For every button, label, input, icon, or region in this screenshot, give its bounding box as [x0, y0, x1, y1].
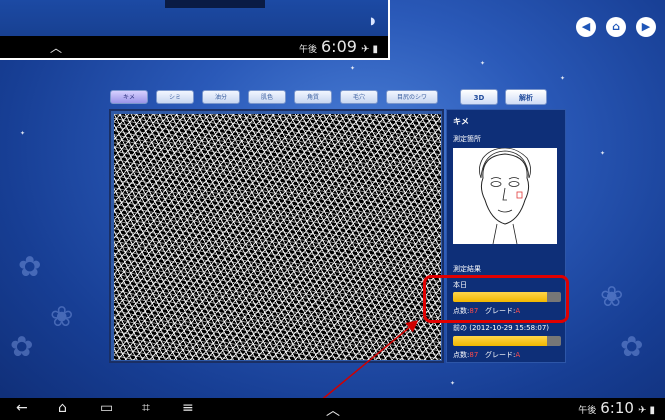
sparkle-decoration: ✦	[20, 130, 26, 137]
inset-clock: 午後 6:09 ✈ ▮	[299, 37, 378, 56]
skin-texture-image	[114, 114, 441, 360]
floral-decoration: ❀	[600, 280, 624, 313]
recent-apps-icon[interactable]: ▭	[100, 400, 113, 416]
chevron-up-icon[interactable]: ︿	[50, 39, 62, 56]
status-icons: ✈ ▮	[360, 44, 378, 55]
skin-image-frame	[109, 109, 444, 363]
tab-yubun[interactable]: 油分	[202, 90, 240, 104]
previous-score-line: 点数:87 グレード:A	[453, 350, 520, 360]
analyze-button[interactable]: 解析	[505, 89, 547, 105]
tab-keana[interactable]: 毛穴	[340, 90, 378, 104]
ampm: 午後	[578, 406, 597, 416]
score-label: 点数:	[453, 351, 470, 359]
inset-ampm: 午後	[298, 45, 317, 55]
home-circle-icon[interactable]: ⌂	[606, 17, 626, 37]
grade-label: グレード:	[484, 351, 516, 359]
tab-hadairo[interactable]: 肌色	[248, 90, 286, 104]
system-navigation-bar: ← ⌂ ▭ ⌗ ≡ ︿ 午後 6:10 ✈ ▮	[0, 398, 665, 420]
previous-label: 前の (2012-10-29 15:58:07)	[453, 324, 550, 332]
floral-decoration: ❀	[50, 300, 74, 333]
status-icons: ✈ ▮	[637, 405, 655, 416]
floral-decoration: ✿	[620, 330, 644, 363]
previous-score-fill	[453, 336, 547, 346]
tab-shimi[interactable]: シミ	[156, 90, 194, 104]
menu-icon[interactable]: ≡	[182, 400, 194, 416]
measure-site-label: 測定箇所	[453, 135, 481, 143]
face-diagram	[453, 147, 557, 245]
grade-value: A	[515, 351, 521, 359]
sparkle-decoration: ✦	[480, 60, 486, 67]
home-icon[interactable]: ⌂	[58, 400, 67, 416]
sparkle-decoration: ✦	[350, 65, 356, 72]
sparkle-decoration: ✦	[450, 380, 456, 387]
view-3d-button[interactable]: 3D	[460, 89, 498, 105]
tab-mejiri-wrinkle[interactable]: 目尻のシワ	[386, 90, 438, 104]
previous-screen-inset: ◗ ︿ 午後 6:09 ✈ ▮	[0, 0, 390, 60]
floral-decoration: ✿	[10, 330, 34, 363]
result-panel: キメ 測定箇所 測定結果 本日 点数:87 グレード:A 前の (2012-10…	[446, 109, 566, 363]
screenshot-icon[interactable]: ⌗	[142, 400, 150, 416]
inset-system-bar: ︿ 午後 6:09 ✈ ▮	[0, 36, 388, 58]
floral-decoration: ✿	[18, 250, 42, 283]
inset-time: 6:09	[321, 37, 357, 56]
forward-circle-icon[interactable]: ▶	[636, 17, 656, 37]
face-outline-icon	[479, 147, 531, 245]
sparkle-decoration: ✦	[600, 150, 606, 157]
score-value: 87	[469, 351, 479, 359]
results-label: 測定結果	[453, 265, 481, 273]
chevron-up-icon[interactable]: ︿	[326, 400, 340, 420]
wifi-icon: ◗	[370, 16, 376, 27]
highlight-box	[423, 275, 569, 323]
system-clock: 午後 6:10 ✈ ▮	[578, 399, 655, 417]
inset-dark-strip	[165, 0, 265, 8]
previous-score-bar	[453, 336, 561, 346]
sparkle-decoration: ✦	[560, 75, 566, 82]
back-circle-icon[interactable]: ◀	[576, 17, 596, 37]
back-icon[interactable]: ←	[16, 400, 28, 416]
tab-kakushitsu[interactable]: 角質	[294, 90, 332, 104]
panel-title: キメ	[453, 117, 469, 126]
time: 6:10	[600, 399, 634, 417]
tab-kime[interactable]: キメ	[110, 90, 148, 104]
